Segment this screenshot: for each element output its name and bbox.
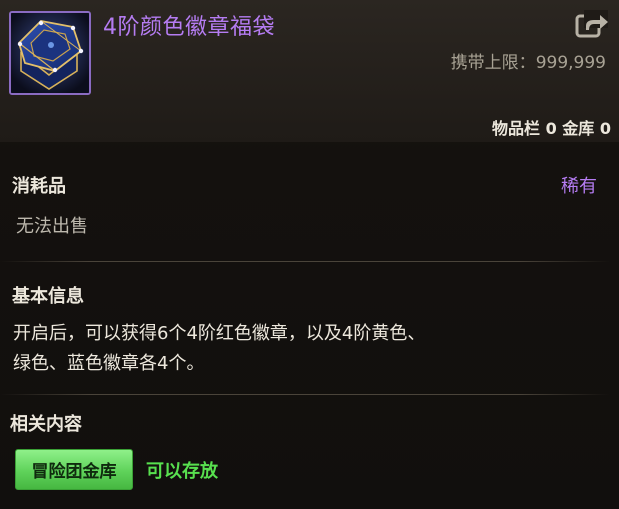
- divider: [0, 261, 610, 262]
- related-title: 相关内容: [10, 414, 82, 435]
- sell-note: 无法出售: [16, 216, 88, 237]
- description-line: 开启后，可以获得6个4阶红色徽章，以及4阶黄色、: [13, 323, 426, 344]
- item-icon-frame: [9, 11, 91, 95]
- badge-chest-icon: [11, 13, 89, 93]
- carry-limit: 携带上限：999,999: [451, 48, 606, 73]
- description-line: 绿色、蓝色徽章各4个。: [13, 353, 205, 374]
- share-icon[interactable]: [574, 8, 610, 40]
- item-name: 4阶颜色徽章福袋: [103, 15, 275, 40]
- carry-limit-value: 999,999: [535, 53, 606, 73]
- item-description: 开启后，可以获得6个4阶红色徽章，以及4阶黄色、 绿色、蓝色徽章各4个。: [13, 319, 603, 379]
- item-type: 消耗品: [12, 176, 66, 197]
- item-tooltip: 4阶颜色徽章福袋 携带上限：999,999 物品栏 0 金库 0 消耗品 稀有 …: [0, 0, 619, 509]
- storage-count: 物品栏 0 金库 0: [492, 119, 611, 138]
- divider: [0, 394, 610, 395]
- basic-info-title: 基本信息: [12, 286, 84, 307]
- rarity-label: 稀有: [561, 176, 597, 197]
- carry-limit-label: 携带上限：: [450, 53, 536, 73]
- adventure-vault-tag[interactable]: 冒险团金库: [15, 449, 133, 490]
- storable-status: 可以存放: [146, 461, 218, 482]
